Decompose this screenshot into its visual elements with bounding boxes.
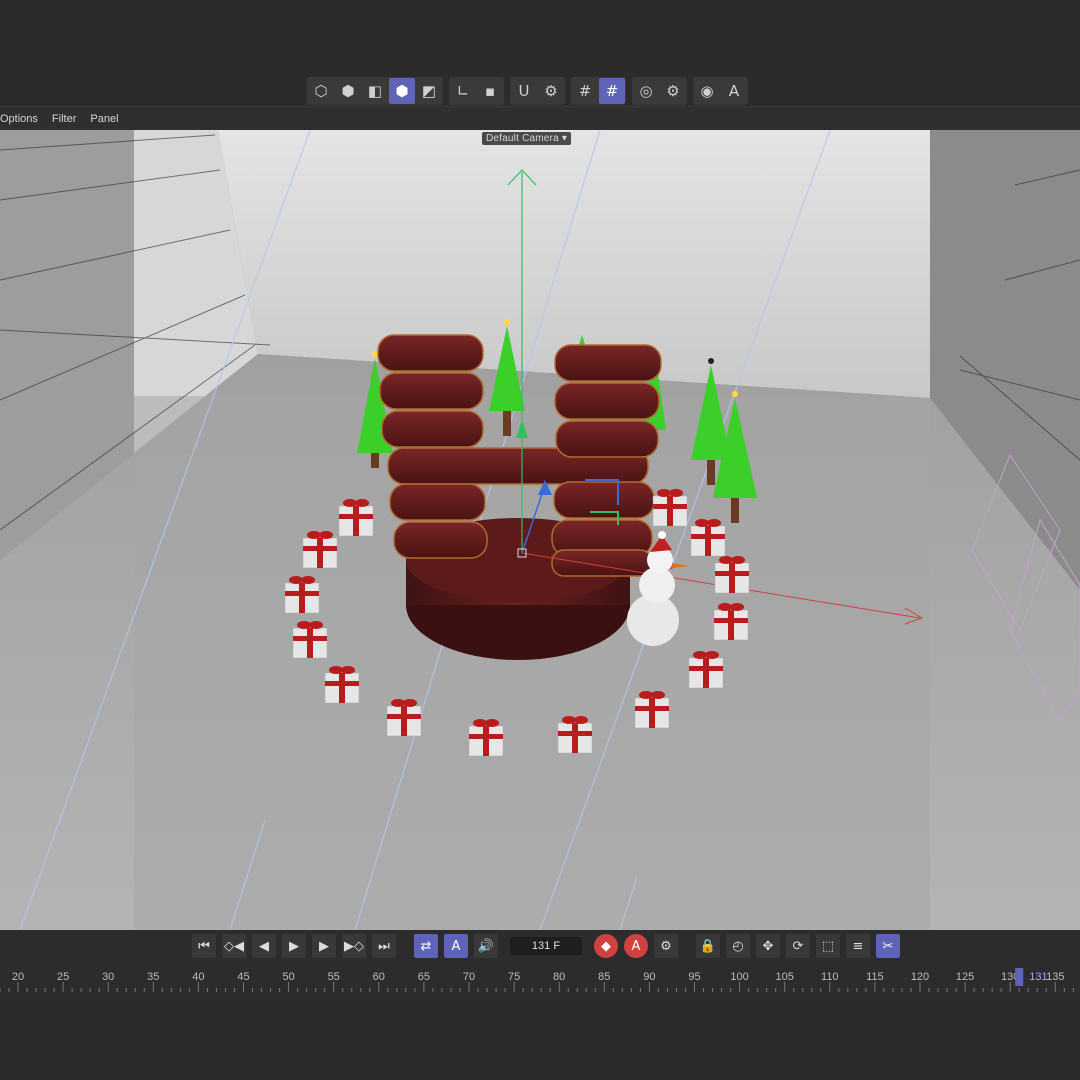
edges-mode-icon[interactable]: ⬢ (335, 78, 361, 104)
gift-box (284, 576, 320, 614)
gift-box (634, 691, 670, 729)
gift-box (557, 716, 593, 754)
ruler-label: 60 (373, 971, 385, 983)
menu-options[interactable]: Options (0, 113, 38, 125)
ruler-label: 135 (1046, 971, 1064, 983)
default-camera-label[interactable]: Default Camera ▾ (482, 132, 572, 145)
toolbar-group: Ս ⚙ (510, 77, 565, 105)
toolbar-group: ◎ ⚙ (632, 77, 687, 105)
next-key-icon[interactable]: ▶◇ (342, 934, 366, 958)
3d-viewport[interactable] (0, 130, 1080, 930)
toolbar-group: ⬡ ⬢ ◧ ⬢ ◩ (307, 77, 443, 105)
viewport-menu-bar: Options Filter Panel (0, 106, 1080, 131)
camera-dropdown-icon: ▾ (561, 133, 568, 144)
ruler-label: 65 (418, 971, 430, 983)
model-mode-icon[interactable]: ⬢ (389, 78, 415, 104)
ruler-label: 90 (643, 971, 655, 983)
auto-key-mode-icon[interactable]: A (444, 934, 468, 958)
ruler-label: 35 (147, 971, 159, 983)
timeline-ruler[interactable]: 20 25 30 35 40 45 50 55 60 65 70 75 80 85 90 95 100 105 11… (0, 968, 1080, 996)
top-bar: ⬡ ⬢ ◧ ⬢ ◩ ∟ ▪ Ս ⚙ # # ◎ ⚙ ◉ A (0, 0, 1080, 106)
workplane-icon[interactable]: # (599, 78, 625, 104)
key-settings-icon[interactable]: ⚙ (654, 934, 678, 958)
gift-box (324, 666, 360, 704)
play-icon[interactable]: ▶ (282, 934, 306, 958)
pla-key-icon[interactable]: ✂ (876, 934, 900, 958)
go-to-start-icon[interactable]: ⏮ (192, 934, 216, 958)
ruler-label: 25 (57, 971, 69, 983)
menu-panel[interactable]: Panel (90, 113, 118, 125)
ruler-label: 120 (911, 971, 929, 983)
points-mode-icon[interactable]: ⬡ (308, 78, 334, 104)
ruler-label: 85 (598, 971, 610, 983)
menu-filter[interactable]: Filter (52, 113, 76, 125)
toolbar-group: # # (571, 77, 626, 105)
current-frame-field[interactable]: 131 F (510, 937, 582, 955)
camera-label-text: Default Camera (486, 133, 559, 144)
axis-icon[interactable]: ∟ (450, 78, 476, 104)
sound-icon[interactable]: 🔊 (474, 934, 498, 958)
gift-box (386, 699, 422, 737)
record-key-icon[interactable]: ◆ (594, 934, 618, 958)
ruler-label: 115 (866, 971, 884, 983)
gift-box (688, 651, 724, 689)
ruler-label: 55 (328, 971, 340, 983)
previous-key-icon[interactable]: ◇◀ (222, 934, 246, 958)
toolbar-group: ◉ A (693, 77, 748, 105)
ruler-label: 70 (463, 971, 475, 983)
next-frame-icon[interactable]: ▶ (312, 934, 336, 958)
ruler-label: 40 (192, 971, 204, 983)
transport-controls: ⏮ ◇◀ ◀ ▶ ▶ ▶◇ ⏭ ⇄ A 🔊 131 F ◆ A ⚙ 🔒 ◴ ✥ ⟳ ⬚ ≡ ✂ (192, 934, 900, 958)
bottom-panel (0, 1000, 1080, 1080)
ruler-label: 20 (12, 971, 24, 983)
viewport-toolbar: ⬡ ⬢ ◧ ⬢ ◩ ∟ ▪ Ս ⚙ # # ◎ ⚙ ◉ A (307, 77, 748, 105)
gift-box (714, 556, 750, 594)
parameter-key-icon[interactable]: ≡ (846, 934, 870, 958)
gift-box (713, 603, 749, 641)
ruler-label: 95 (688, 971, 700, 983)
solo-icon[interactable]: ▪ (477, 78, 503, 104)
motion-icon[interactable]: ◴ (726, 934, 750, 958)
render-view-icon[interactable]: ◎ (633, 78, 659, 104)
gift-box (468, 719, 504, 757)
playhead[interactable] (1015, 968, 1024, 986)
go-to-end-icon[interactable]: ⏭ (372, 934, 396, 958)
previous-frame-icon[interactable]: ◀ (252, 934, 276, 958)
ruler-label: 30 (102, 971, 114, 983)
text-icon[interactable]: A (721, 78, 747, 104)
rotate-key-icon[interactable]: ⟳ (786, 934, 810, 958)
gift-box (338, 499, 374, 537)
gift-box (690, 519, 726, 557)
gift-box (652, 489, 688, 527)
ruler-label: 75 (508, 971, 520, 983)
magnet-snap-icon[interactable]: Ս (511, 78, 537, 104)
scale-key-icon[interactable]: ⬚ (816, 934, 840, 958)
loop-icon[interactable]: ⇄ (414, 934, 438, 958)
lock-icon[interactable]: 🔒 (696, 934, 720, 958)
playhead-frame-label: 131 (1029, 971, 1047, 983)
gift-box (302, 531, 338, 569)
ruler-label: 110 (821, 971, 839, 983)
ruler-label: 45 (237, 971, 249, 983)
uvw-mode-icon[interactable]: ◩ (416, 78, 442, 104)
move-key-icon[interactable]: ✥ (756, 934, 780, 958)
render-settings-icon[interactable]: ⚙ (660, 78, 686, 104)
scene-render (0, 130, 1080, 930)
toolbar-group: ∟ ▪ (449, 77, 504, 105)
grid-icon[interactable]: # (572, 78, 598, 104)
snap-settings-icon[interactable]: ⚙ (538, 78, 564, 104)
autokey-icon[interactable]: A (624, 934, 648, 958)
gift-box (292, 621, 328, 659)
polygons-mode-icon[interactable]: ◧ (362, 78, 388, 104)
ruler-label: 125 (956, 971, 974, 983)
ruler-label: 100 (730, 971, 748, 983)
ruler-label: 50 (282, 971, 294, 983)
ruler-label: 105 (776, 971, 794, 983)
ruler-label: 80 (553, 971, 565, 983)
visibility-icon[interactable]: ◉ (694, 78, 720, 104)
